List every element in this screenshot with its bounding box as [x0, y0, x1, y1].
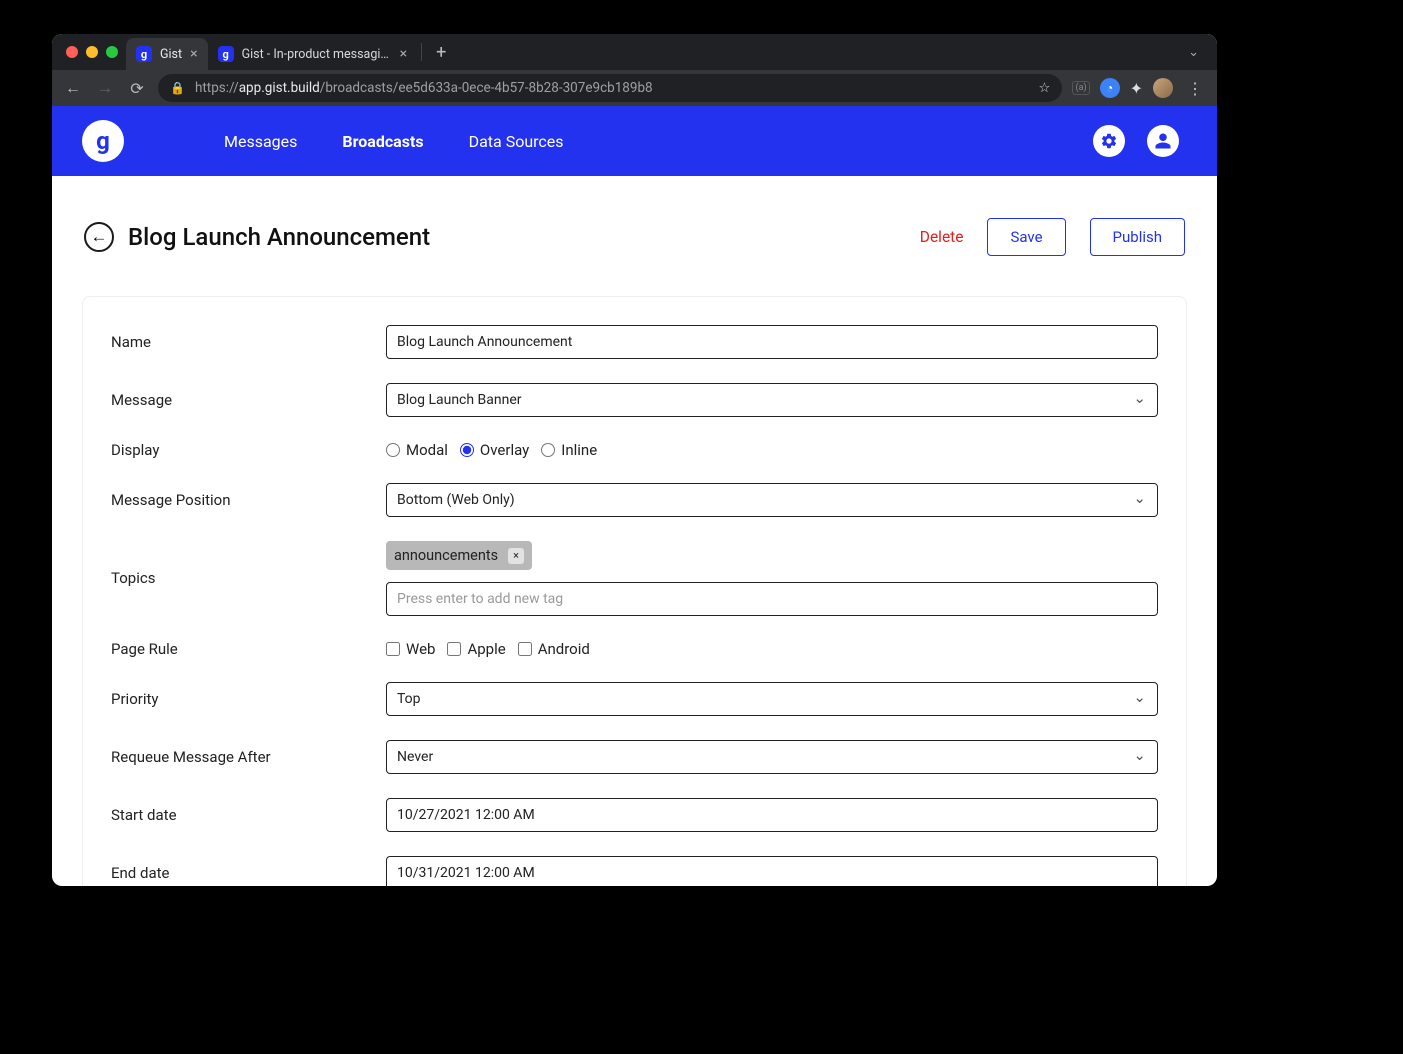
- browser-tab-bar: g Gist × g Gist - In-product messaging f…: [52, 34, 1217, 70]
- display-modal-label: Modal: [406, 441, 448, 459]
- end-date-input[interactable]: [386, 856, 1158, 886]
- page-actions: Delete Save Publish: [920, 218, 1185, 256]
- label-name: Name: [111, 333, 386, 351]
- page-title: Blog Launch Announcement: [128, 223, 430, 251]
- tab-separator: [421, 43, 422, 61]
- topics-input[interactable]: [386, 582, 1158, 616]
- window-max-dot[interactable]: [106, 46, 118, 58]
- url-prefix: https://: [195, 80, 239, 96]
- start-date-input[interactable]: [386, 798, 1158, 832]
- reload-icon[interactable]: ⟳: [126, 77, 148, 99]
- browser-tab-1[interactable]: g Gist - In-product messaging fo ×: [208, 38, 417, 70]
- window-controls: [60, 46, 126, 58]
- page-content: ← Blog Launch Announcement Delete Save P…: [52, 176, 1217, 886]
- browser-tab-0[interactable]: g Gist ×: [126, 38, 208, 70]
- tabs-dropdown-icon[interactable]: ⌄: [1188, 45, 1209, 60]
- display-overlay-radio[interactable]: [460, 443, 474, 457]
- message-select[interactable]: [386, 383, 1158, 417]
- requeue-select[interactable]: [386, 740, 1158, 774]
- label-end-date: End date: [111, 864, 386, 882]
- remove-tag-icon[interactable]: ×: [508, 548, 524, 564]
- page-rule-web-checkbox[interactable]: [386, 642, 400, 656]
- account-icon[interactable]: [1147, 125, 1179, 157]
- label-position: Message Position: [111, 491, 386, 509]
- display-inline-label: Inline: [561, 441, 597, 459]
- nav-data-sources[interactable]: Data Sources: [469, 132, 564, 151]
- extension-b-icon[interactable]: ◔: [1100, 78, 1120, 98]
- priority-select[interactable]: [386, 682, 1158, 716]
- url-host: app.gist.build: [239, 80, 320, 96]
- display-inline-radio[interactable]: [541, 443, 555, 457]
- close-icon[interactable]: ×: [190, 47, 197, 61]
- page-rule-apple-checkbox[interactable]: [447, 642, 461, 656]
- new-tab-button[interactable]: +: [426, 42, 456, 63]
- display-overlay-label: Overlay: [480, 441, 529, 459]
- url-input[interactable]: 🔒 https://app.gist.build/broadcasts/ee5d…: [158, 74, 1062, 102]
- browser-menu-icon[interactable]: ⋮: [1183, 79, 1207, 98]
- topic-tag: announcements ×: [386, 541, 532, 570]
- form-card: Name Message Display Modal Overlay Inlin…: [82, 296, 1187, 886]
- url-path: /broadcasts/ee5d633a-0ece-4b57-8b28-307e…: [320, 80, 653, 96]
- settings-icon[interactable]: [1093, 125, 1125, 157]
- url-text: https://app.gist.build/broadcasts/ee5d63…: [195, 80, 653, 96]
- label-page-rule: Page Rule: [111, 640, 386, 658]
- save-button[interactable]: Save: [987, 218, 1065, 256]
- display-modal-radio[interactable]: [386, 443, 400, 457]
- app-nav: Messages Broadcasts Data Sources: [224, 132, 564, 151]
- window-close-dot[interactable]: [66, 46, 78, 58]
- favicon-icon: g: [136, 46, 152, 62]
- display-radio-group: Modal Overlay Inline: [386, 441, 1158, 459]
- label-message: Message: [111, 391, 386, 409]
- bookmark-star-icon[interactable]: ☆: [1038, 80, 1050, 96]
- tab-title: Gist: [160, 47, 182, 62]
- browser-address-bar: ← → ⟳ 🔒 https://app.gist.build/broadcast…: [52, 70, 1217, 106]
- label-display: Display: [111, 441, 386, 459]
- window-min-dot[interactable]: [86, 46, 98, 58]
- topic-tag-label: announcements: [394, 547, 498, 564]
- label-requeue: Requeue Message After: [111, 748, 386, 766]
- name-input[interactable]: [386, 325, 1158, 359]
- favicon-icon: g: [218, 46, 234, 62]
- page-rule-android-checkbox[interactable]: [518, 642, 532, 656]
- page-head: ← Blog Launch Announcement Delete Save P…: [82, 218, 1187, 256]
- page-rule-apple-label: Apple: [467, 640, 505, 658]
- page-rule-android-label: Android: [538, 640, 590, 658]
- label-topics: Topics: [111, 541, 386, 587]
- delete-button[interactable]: Delete: [920, 228, 964, 246]
- lock-icon: 🔒: [170, 81, 185, 95]
- page-rule-web-label: Web: [406, 640, 435, 658]
- close-icon[interactable]: ×: [400, 47, 407, 61]
- tab-title: Gist - In-product messaging fo: [242, 47, 392, 62]
- extensions-icon[interactable]: ✦: [1130, 79, 1143, 98]
- app-header: g Messages Broadcasts Data Sources: [52, 106, 1217, 176]
- page-rule-group: Web Apple Android: [386, 640, 1158, 658]
- label-start-date: Start date: [111, 806, 386, 824]
- label-priority: Priority: [111, 690, 386, 708]
- logo-icon[interactable]: g: [82, 120, 124, 162]
- nav-messages[interactable]: Messages: [224, 132, 297, 151]
- back-icon[interactable]: ←: [62, 77, 84, 99]
- position-select[interactable]: [386, 483, 1158, 517]
- nav-broadcasts[interactable]: Broadcasts: [342, 132, 423, 151]
- profile-avatar-icon[interactable]: [1153, 78, 1173, 98]
- publish-button[interactable]: Publish: [1090, 218, 1185, 256]
- forward-icon[interactable]: →: [94, 77, 116, 99]
- extension-a-icon[interactable]: (a): [1072, 81, 1089, 95]
- back-button[interactable]: ←: [84, 222, 114, 252]
